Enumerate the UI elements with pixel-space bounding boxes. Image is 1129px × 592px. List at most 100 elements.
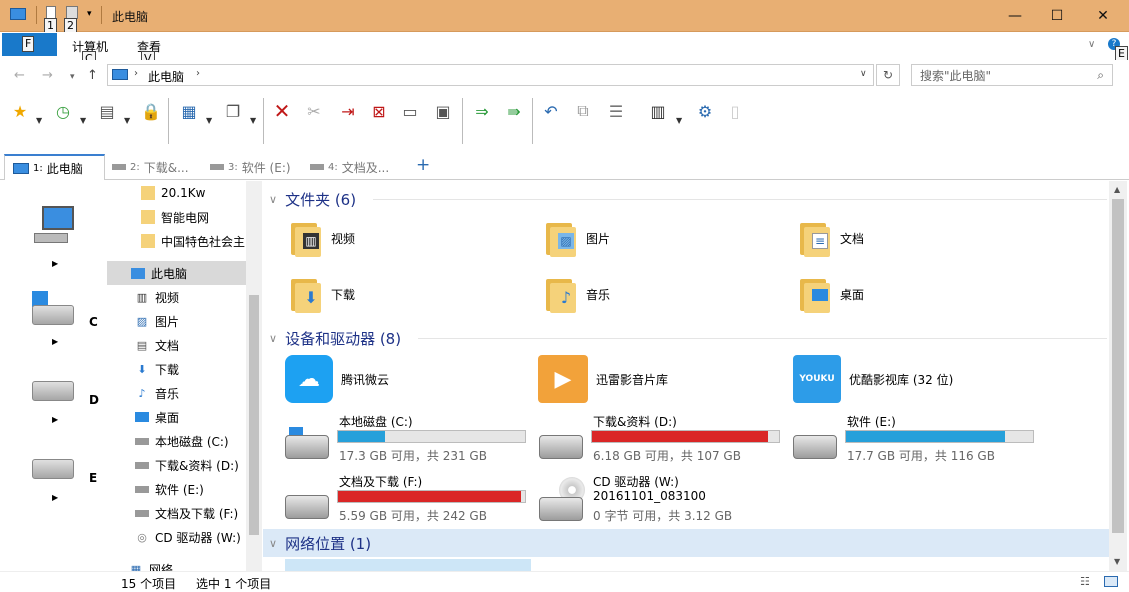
close-window-icon[interactable]: ⊠ — [368, 100, 390, 122]
drive-c-icon[interactable] — [32, 305, 74, 325]
close-button[interactable]: ✕ — [1080, 0, 1126, 32]
nav-item-folder[interactable]: 智能电网 — [141, 205, 262, 229]
nav-item-downloads[interactable]: ⬇ 下载 — [135, 357, 262, 381]
drive-item-c[interactable]: 本地磁盘 (C:) 17.3 GB 可用，共 231 GB — [285, 411, 535, 465]
drive-item-f[interactable]: 文档及下载 (F:) 5.59 GB 可用，共 242 GB — [285, 471, 535, 525]
favorites-star-icon[interactable]: ★ — [9, 100, 31, 122]
chevron-down-icon: ∨ — [269, 192, 278, 206]
maximize-button[interactable]: ☐ — [1034, 0, 1080, 32]
tab-this-pc[interactable]: 1: 此电脑 — [4, 154, 105, 180]
delete-icon[interactable]: ✕ — [271, 99, 293, 123]
breadcrumb-this-pc[interactable]: 此电脑 — [148, 68, 184, 85]
folder-item-music[interactable]: ♪ 音乐 — [544, 275, 610, 313]
nav-item-pictures[interactable]: ▨ 图片 — [135, 309, 262, 333]
tab-downloads[interactable]: 2: 下载&... — [112, 154, 204, 180]
dropdown-caret-icon[interactable]: ▼ — [80, 116, 86, 125]
window-icon[interactable]: ▭ — [399, 100, 421, 122]
nav-item-drive-e[interactable]: 软件 (E:) — [135, 477, 262, 501]
group-header-devices[interactable]: ∨ 设备和驱动器 (8) — [269, 327, 401, 349]
computer-icon[interactable] — [42, 206, 74, 230]
undo-icon[interactable]: ↶ — [540, 100, 562, 122]
layout-icon[interactable]: ▣ — [432, 100, 454, 122]
nav-item-folder[interactable]: 中国特色社会主 — [141, 229, 246, 253]
forward-arrow-icon[interactable]: → — [42, 68, 53, 83]
nav-item-cd-drive[interactable]: ◎ CD 驱动器 (W:) — [135, 525, 246, 549]
breadcrumb-chevron-icon[interactable]: › — [196, 68, 200, 79]
nav-item-videos[interactable]: ▥ 视频 — [135, 285, 262, 309]
cut-icon[interactable]: ✂ — [303, 100, 325, 122]
drive-d-icon[interactable] — [32, 381, 74, 401]
scroll-up-icon[interactable]: ▲ — [1114, 185, 1120, 194]
dropdown-caret-icon[interactable]: ▼ — [36, 116, 42, 125]
drive-item-d[interactable]: 下载&资料 (D:) 6.18 GB 可用，共 107 GB — [539, 411, 789, 465]
minimize-button[interactable]: — — [992, 0, 1038, 32]
app-item-youku[interactable]: YOUKU 优酷影视库 (32 位) — [793, 355, 953, 403]
group-header-folders[interactable]: ∨ 文件夹 (6) — [269, 188, 356, 210]
dropdown-caret-icon[interactable]: ▼ — [206, 116, 212, 125]
drive-e-icon[interactable] — [32, 459, 74, 479]
expand-arrow-icon[interactable]: ▶ — [52, 493, 58, 502]
lock-icon[interactable]: 🔒 — [140, 100, 162, 122]
drive-item-e[interactable]: 软件 (E:) 17.7 GB 可用，共 116 GB — [793, 411, 1043, 465]
address-input[interactable]: › 此电脑 › ∨ — [107, 64, 874, 86]
move-delete-icon[interactable]: ⇥ — [337, 100, 359, 122]
address-dropdown-icon[interactable]: ∨ — [860, 69, 867, 79]
content-scrollbar-thumb[interactable] — [1112, 199, 1124, 533]
group-header-network[interactable]: ∨ 网络位置 (1) — [269, 532, 371, 554]
nav-item-music[interactable]: ♪ 音乐 — [135, 381, 262, 405]
duplicate-icon[interactable]: ⧉ — [572, 100, 594, 122]
app-item-weiyun[interactable]: ☁ 腾讯微云 — [285, 355, 389, 403]
content-scrollbar[interactable]: ▲ ▼ — [1109, 181, 1127, 571]
tab-software[interactable]: 3: 软件 (E:) — [210, 154, 302, 180]
app-item-xunlei[interactable]: ▶ 迅雷影音片库 — [538, 355, 668, 403]
nav-scrollbar[interactable] — [246, 181, 262, 571]
refresh-button[interactable]: ↻ — [876, 64, 900, 86]
nav-item-drive-c[interactable]: 本地磁盘 (C:) — [135, 429, 262, 453]
expand-arrow-icon[interactable]: ▶ — [52, 337, 58, 346]
dropdown-caret-icon[interactable]: ▼ — [676, 116, 682, 125]
settings-gear-icon[interactable]: ⚙ — [694, 100, 716, 122]
breadcrumb-chevron-icon[interactable]: › — [134, 68, 138, 79]
tab-number: 3: — [228, 161, 238, 173]
copy-path-icon[interactable]: ❐ — [222, 100, 244, 122]
expand-arrow-icon[interactable]: ▶ — [52, 415, 58, 424]
move-to-icon[interactable]: ⇒ — [471, 100, 493, 122]
nav-item-network[interactable]: ▦ 网络 — [129, 557, 262, 572]
dropdown-caret-icon[interactable]: ▼ — [124, 116, 130, 125]
folder-item-pictures[interactable]: ▨ 图片 — [544, 219, 610, 257]
clipboard-icon[interactable]: ▤ — [96, 100, 118, 122]
nav-item-drive-f[interactable]: 文档及下载 (F:) — [135, 501, 246, 525]
nav-item-desktop[interactable]: 桌面 — [135, 405, 262, 429]
new-tab-button[interactable]: + — [416, 155, 430, 175]
nav-item-documents[interactable]: ▤ 文档 — [135, 333, 262, 357]
up-arrow-icon[interactable]: ↑ — [87, 68, 98, 83]
details-view-icon[interactable]: ☷ — [1080, 575, 1090, 588]
back-arrow-icon[interactable]: ← — [14, 68, 25, 83]
tab-documents[interactable]: 4: 文档及... — [310, 154, 406, 180]
large-icons-view-icon[interactable] — [1104, 576, 1118, 587]
dropdown-caret-icon[interactable]: ▼ — [250, 116, 256, 125]
network-item-partial[interactable] — [285, 559, 531, 571]
folder-item-desktop[interactable]: 桌面 — [798, 275, 864, 313]
film-icon[interactable]: ▥ — [647, 100, 669, 122]
folder-item-documents[interactable]: ≡ 文档 — [798, 219, 864, 257]
drive-item-cd[interactable]: CD 驱动器 (W:) 20161101_083100 0 字节 可用，共 3.… — [539, 471, 789, 525]
recent-locations-icon[interactable]: ▾ — [70, 72, 75, 82]
blank-page-icon[interactable]: ▯ — [724, 100, 746, 122]
qat-dropdown-icon[interactable]: ▾ — [87, 9, 92, 19]
folder-item-videos[interactable]: ▥ 视频 — [289, 219, 355, 257]
expand-arrow-icon[interactable]: ▶ — [52, 259, 58, 268]
rename-icon[interactable]: ☰ — [605, 100, 627, 122]
history-icon[interactable]: ◷ — [52, 100, 74, 122]
ribbon-collapse-icon[interactable]: ∨ — [1088, 39, 1095, 50]
nav-item-folder[interactable]: 20.1Kw — [141, 181, 262, 205]
folder-item-downloads[interactable]: ⬇ 下载 — [289, 275, 355, 313]
scroll-down-icon[interactable]: ▼ — [1114, 557, 1120, 566]
copy-to-icon[interactable]: ⇛ — [503, 100, 525, 122]
nav-item-this-pc[interactable]: 此电脑 — [107, 261, 246, 285]
map-drive-icon[interactable]: ▦ — [178, 100, 200, 122]
file-tab[interactable]: F — [2, 33, 57, 56]
search-input[interactable]: 搜索"此电脑" ⌕ — [911, 64, 1113, 86]
nav-scrollbar-thumb[interactable] — [249, 295, 259, 535]
nav-item-drive-d[interactable]: 下载&资料 (D:) — [135, 453, 262, 477]
